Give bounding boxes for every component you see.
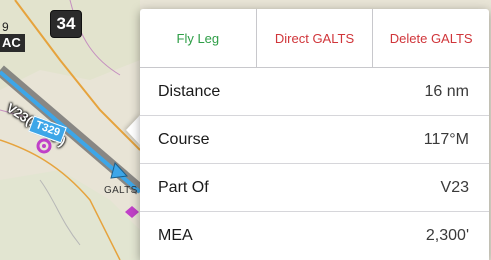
course-value: 117°M: [423, 130, 469, 148]
map-airport-label: AC: [0, 34, 25, 52]
direct-galts-button[interactable]: Direct GALTS: [257, 9, 374, 67]
distance-value: 16 nm: [424, 82, 469, 100]
part-of-row: Part Of V23: [140, 164, 489, 212]
part-of-value: V23: [440, 178, 469, 196]
leg-info-list: Distance 16 nm Course 117°M Part Of V23 …: [140, 68, 489, 259]
fly-leg-button[interactable]: Fly Leg: [140, 9, 257, 67]
mea-value: 2,300': [425, 226, 469, 244]
map-elevation-badge: 34: [50, 10, 82, 38]
course-label: Course: [158, 130, 210, 148]
delete-galts-button[interactable]: Delete GALTS: [373, 9, 489, 67]
map-number-label: 9: [2, 20, 9, 34]
distance-label: Distance: [158, 82, 221, 100]
distance-row: Distance 16 nm: [140, 68, 489, 116]
mea-row: MEA 2,300': [140, 212, 489, 259]
popover-arrow: [126, 114, 141, 146]
map-view[interactable]: 9 AC 34 V23(2,300') T329 GALTS Fly Leg D…: [0, 0, 491, 260]
course-row: Course 117°M: [140, 116, 489, 164]
leg-popover: Fly Leg Direct GALTS Delete GALTS Distan…: [140, 9, 489, 260]
popover-actions: Fly Leg Direct GALTS Delete GALTS: [140, 9, 489, 68]
mea-label: MEA: [158, 226, 193, 244]
waypoint-label: GALTS: [104, 185, 138, 196]
part-of-label: Part Of: [158, 178, 209, 196]
